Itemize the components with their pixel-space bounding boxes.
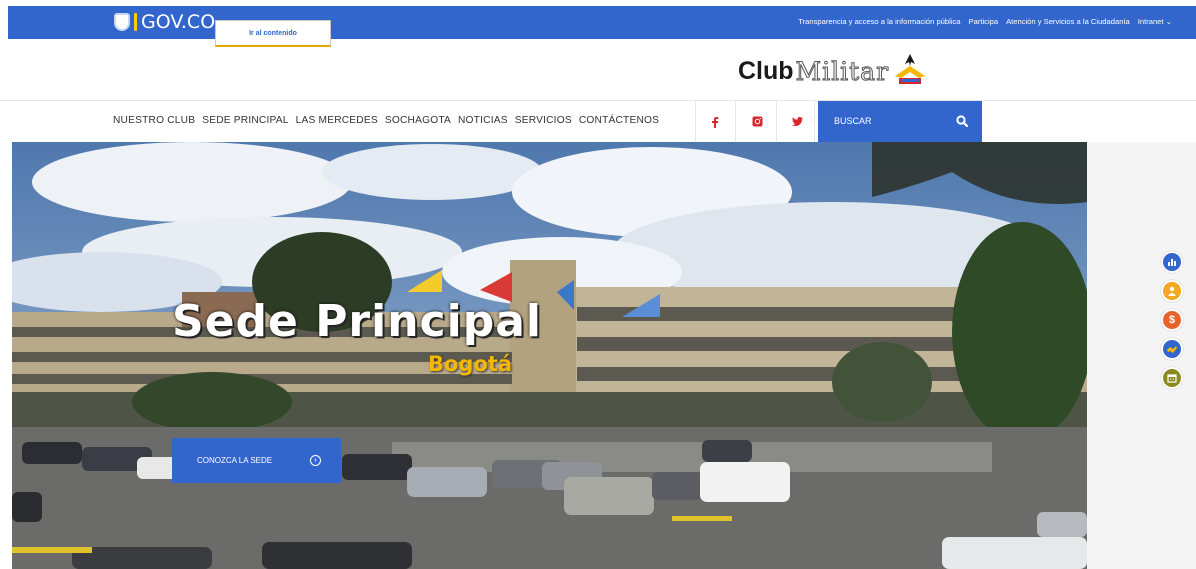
logo-club-text: Club: [738, 57, 794, 85]
gov-links: Transparencia y acceso a la información …: [798, 17, 1172, 26]
hero-photo: [12, 142, 1087, 569]
nav-item-servicios[interactable]: SERVICIOS: [515, 115, 572, 126]
nav-divider: [776, 101, 777, 142]
logo-row: Club Militar: [0, 40, 1196, 100]
gov-top-bar: GOV.CO Transparencia y acceso a la infor…: [8, 6, 1196, 39]
nav-divider: [735, 101, 736, 142]
gov-link-intranet[interactable]: Intranet ⌄: [1138, 17, 1172, 26]
hero-title: Sede Principal: [172, 296, 542, 347]
dollar-icon[interactable]: $: [1161, 309, 1183, 331]
user-icon[interactable]: [1161, 280, 1183, 302]
colombia-shield-icon: [114, 13, 130, 31]
gov-link-atencion[interactable]: Atención y Servicios a la Ciudadanía: [1006, 17, 1130, 26]
eagle-emblem-icon: [891, 52, 929, 86]
nav-item-noticias[interactable]: NOTICIAS: [458, 115, 508, 126]
hero-banner: Sede Principal Bogotá: [12, 142, 1087, 569]
handshake-icon[interactable]: [1161, 338, 1183, 360]
nav-divider: [695, 101, 696, 142]
calendar-icon[interactable]: [1161, 367, 1183, 389]
nav-item-contactenos[interactable]: CONTÁCTENOS: [579, 115, 659, 126]
club-militar-logo[interactable]: Club Militar: [738, 52, 929, 87]
search-label: BUSCAR: [834, 116, 872, 126]
instagram-icon[interactable]: [742, 101, 772, 142]
twitter-icon[interactable]: [782, 101, 812, 142]
gov-logo-divider: [134, 13, 137, 31]
search-box[interactable]: BUSCAR: [818, 101, 982, 142]
gov-logo-text: GOV.CO: [141, 11, 216, 33]
skip-to-content-link[interactable]: Ir al contenido: [215, 20, 331, 47]
nav-item-nuestro-club[interactable]: NUESTRO CLUB: [113, 115, 195, 126]
nav-item-sede-principal[interactable]: SEDE PRINCIPAL: [202, 115, 288, 126]
search-icon[interactable]: [956, 115, 968, 127]
conozca-la-sede-button[interactable]: CONOZCA LA SEDE ›: [172, 438, 341, 483]
floating-shortcut-icons: $: [1161, 251, 1183, 389]
logo-militar-text: Militar: [795, 57, 890, 87]
chart-icon[interactable]: [1161, 251, 1183, 273]
cta-label: CONOZCA LA SEDE: [197, 456, 273, 465]
main-nav: NUESTRO CLUB SEDE PRINCIPAL LAS MERCEDES…: [0, 100, 1196, 142]
hero-subtitle: Bogotá: [428, 352, 513, 376]
arrow-circle-icon: ›: [310, 455, 321, 466]
facebook-icon[interactable]: [700, 101, 730, 142]
nav-item-sochagota[interactable]: SOCHAGOTA: [385, 115, 451, 126]
gov-link-transparencia[interactable]: Transparencia y acceso a la información …: [798, 17, 960, 26]
nav-menu: NUESTRO CLUB SEDE PRINCIPAL LAS MERCEDES…: [113, 115, 659, 126]
nav-item-las-mercedes[interactable]: LAS MERCEDES: [296, 115, 378, 126]
nav-divider: [814, 101, 815, 142]
gov-link-participa[interactable]: Participa: [969, 17, 999, 26]
gov-co-logo[interactable]: GOV.CO: [114, 11, 215, 33]
